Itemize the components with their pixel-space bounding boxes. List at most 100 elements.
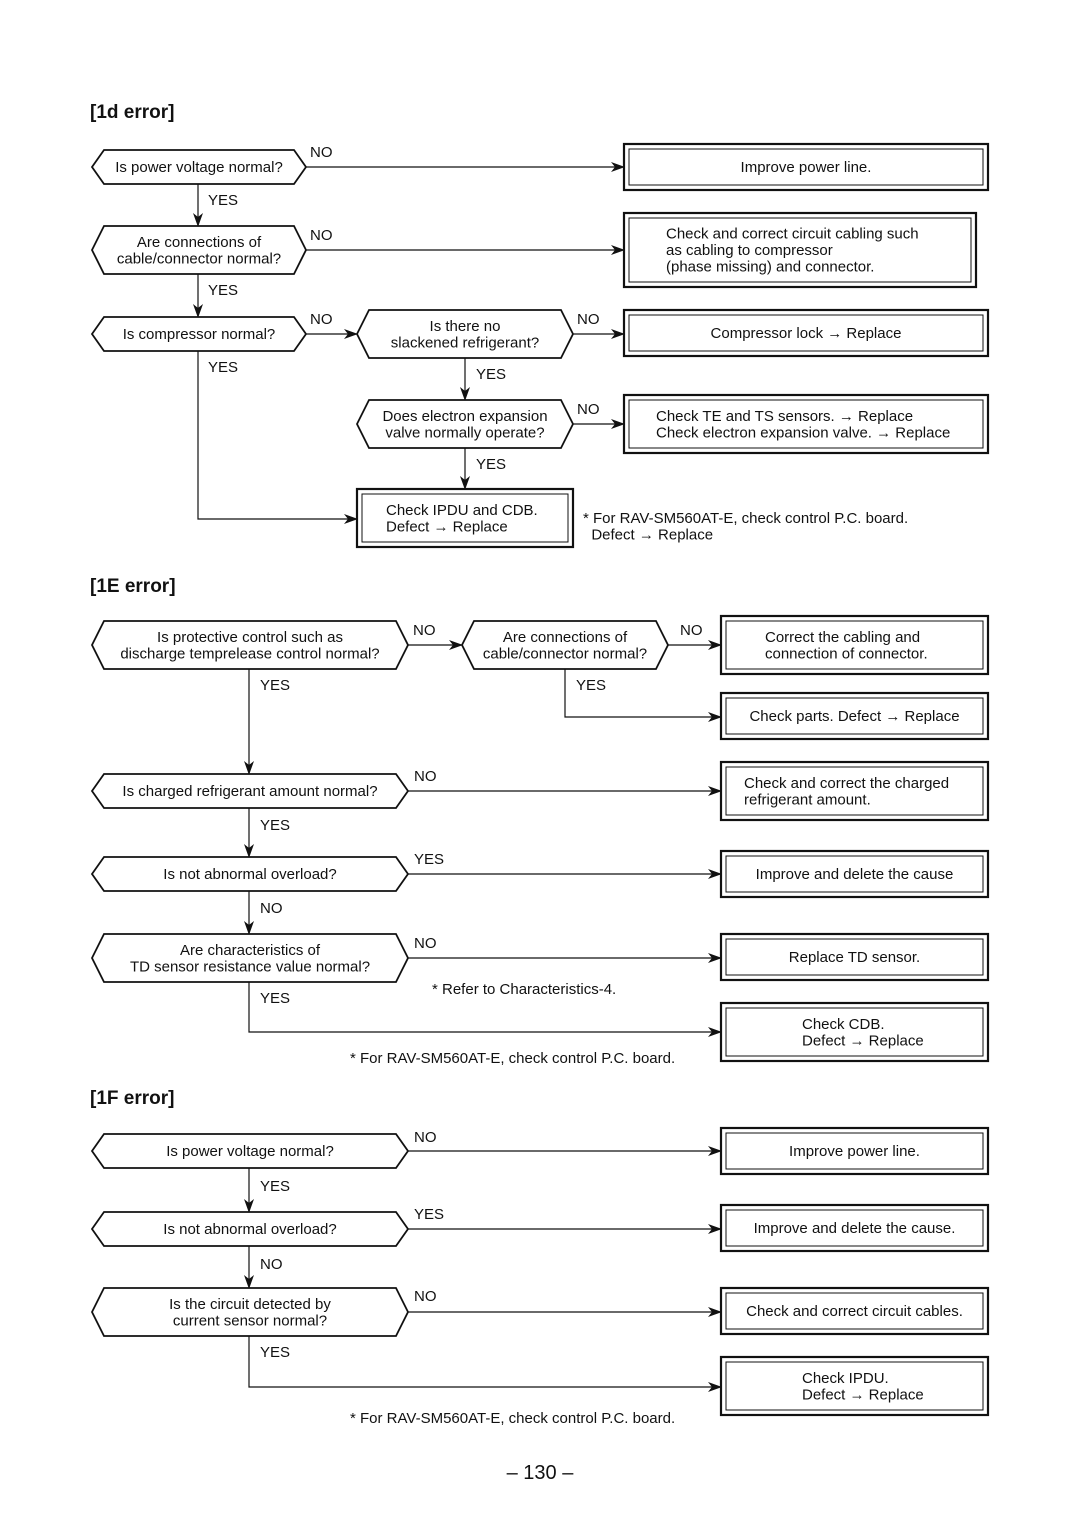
section-1e-edge-label-no: NO — [413, 622, 436, 639]
section-1d-title: [1d error] — [90, 102, 174, 123]
section-1d-decision-d1-text-line: Is power voltage normal? — [115, 159, 283, 176]
section-1f-title: [1F error] — [90, 1088, 174, 1109]
section-1e-action-a1-text: Correct the cabling andconnection of con… — [765, 629, 928, 663]
section-1e-action-a1-text-line: Correct the cabling and — [765, 629, 920, 646]
section-1f-action-a4-text-line: Check IPDU. — [802, 1370, 889, 1387]
section-1e-action-a5-text: Replace TD sensor. — [789, 949, 920, 966]
section-1e-action-a2-text: Check parts. Defect → Replace — [749, 708, 959, 725]
section-1d-action-a1-text-line: Improve power line. — [741, 159, 872, 176]
section-1d-action-a4-text-line: Check TE and TS sensors. → Replace — [656, 408, 913, 425]
section-1f-edge-label-no: NO — [414, 1129, 437, 1146]
section-1d-action-a3-text-line: Compressor lock → Replace — [711, 325, 902, 342]
section-1e-decision-d2-text-line: cable/connector normal? — [483, 645, 647, 662]
section-1e-footnote-line: * For RAV-SM560AT-E, check control P.C. … — [350, 1050, 675, 1067]
section-1d-decision-d2-text-line: Are connections of — [137, 234, 262, 251]
section-1d-decision-d4-text-line: Is there no — [430, 318, 501, 335]
section-1e-edge-label-yes: YES — [260, 677, 290, 694]
section-1d-decision-d1-text: Is power voltage normal? — [115, 159, 283, 176]
section-1f-decision-d3-text: Is the circuit detected bycurrent sensor… — [169, 1296, 331, 1330]
section-1e-footnote-n1: * Refer to Characteristics-4. — [432, 981, 616, 998]
section-1e-decision-d2-text-line: Are connections of — [503, 629, 628, 646]
section-1f-decision-d1-text: Is power voltage normal? — [166, 1143, 334, 1160]
section-1e-decision-d5-text-line: Are characteristics of — [180, 942, 321, 959]
section-1e-decision-d4-text: Is not abnormal overload? — [163, 866, 336, 883]
section-1f-edge-label-yes: YES — [260, 1178, 290, 1195]
section-1e-edge-label-yes: YES — [576, 677, 606, 694]
section-1e-edge-label-no: NO — [414, 935, 437, 952]
section-1f-decision-d2-text: Is not abnormal overload? — [163, 1221, 336, 1238]
section-1d-action-a5-text-line: Check IPDU and CDB. — [386, 502, 538, 519]
section-1e-decision-d1-text-line: discharge temprelease control normal? — [120, 645, 379, 662]
troubleshooting-flowchart: [1d error] NO YES NO YES NO YES NO YES NO YES Is po… — [90, 102, 990, 1484]
section-1e-decision-d1-text-line: Is protective control such as — [157, 629, 343, 646]
section-1e-action-a5-text-line: Replace TD sensor. — [789, 949, 920, 966]
section-1f-decision-d1-text-line: Is power voltage normal? — [166, 1143, 334, 1160]
section-1e-action-a1-text-line: connection of connector. — [765, 645, 928, 662]
section-1e-edge-label-no: NO — [260, 900, 283, 917]
section-1e-title: [1E error] — [90, 576, 176, 597]
section-1d-edge-label-no: NO — [577, 401, 600, 418]
section-1e-edge-label-yes: YES — [414, 851, 444, 868]
section-1d-footnote-line: Defect → Replace — [583, 527, 713, 544]
section-1d-edge-label-yes: YES — [476, 456, 506, 473]
section-1f-decision-d3-text-line: current sensor normal? — [173, 1312, 327, 1329]
section-1d-decision-d5-text-line: Does electron expansion — [382, 408, 547, 425]
section-1d-action-a5-text-line: Defect → Replace — [386, 518, 508, 535]
section-1f-edge-label-yes: YES — [414, 1206, 444, 1223]
section-1d-edge-label-yes: YES — [476, 366, 506, 383]
section-1d-edge-label-yes: YES — [208, 359, 238, 376]
section-1d-decision-d5-text-line: valve normally operate? — [385, 424, 544, 441]
section-1f-decision-d2-text-line: Is not abnormal overload? — [163, 1221, 336, 1238]
section-1f-action-a3-text: Check and correct circuit cables. — [746, 1303, 963, 1320]
section-1f-edge-label-no: NO — [414, 1288, 437, 1305]
section-1e-edge-label-no: NO — [414, 768, 437, 785]
section-1d-edge-label-no: NO — [577, 311, 600, 328]
section-1d-footnote-line: * For RAV-SM560AT-E, check control P.C. … — [583, 510, 908, 527]
section-1d-action-a4-text: Check TE and TS sensors. → ReplaceCheck … — [656, 408, 950, 442]
section-1f-action-a1-text-line: Improve power line. — [789, 1143, 920, 1160]
section-1e-action-a4-text: Improve and delete the cause — [756, 866, 954, 883]
section-1d-edge-label-no: NO — [310, 311, 333, 328]
section-1e-edge-label-yes: YES — [260, 817, 290, 834]
section-1e-action-a6-text-line: Check CDB. — [802, 1016, 885, 1033]
section-1d-edge-label-no: NO — [310, 144, 333, 161]
section-1f-footnote-n1: * For RAV-SM560AT-E, check control P.C. … — [350, 1410, 675, 1427]
section-1d-action-a2-text-line: Check and correct circuit cabling such — [666, 226, 919, 243]
section-1e-decision-d5-text-line: TD sensor resistance value normal? — [130, 958, 370, 975]
section-1d-decision-d4-text-line: slackened refrigerant? — [391, 334, 539, 351]
section-1e-action-a2-text-line: Check parts. Defect → Replace — [749, 708, 959, 725]
section-1d-edge-label-no: NO — [310, 227, 333, 244]
section-1e-decision-d3-text-line: Is charged refrigerant amount normal? — [122, 783, 377, 800]
section-1d-action-a4-text-line: Check electron expansion valve. → Replac… — [656, 424, 950, 441]
section-1d-decision-d3-text-line: Is compressor normal? — [123, 326, 276, 343]
section-1e-action-a4-text-line: Improve and delete the cause — [756, 866, 954, 883]
page-number: – 130 – — [507, 1462, 575, 1484]
section-1f-action-a2-text: Improve and delete the cause. — [754, 1220, 956, 1237]
section-1e-decision-d1-text: Is protective control such asdischarge t… — [120, 629, 379, 663]
section-1e-edge-label-yes: YES — [260, 990, 290, 1007]
section-1f-connector-d3-a4 — [248, 1336, 722, 1392]
section-1d-decision-d2-text-line: cable/connector normal? — [117, 250, 281, 267]
section-1d-footnote-n1: * For RAV-SM560AT-E, check control P.C. … — [583, 510, 908, 544]
section-1d-action-a1-text: Improve power line. — [741, 159, 872, 176]
section-1f-action-a4-text-line: Defect → Replace — [802, 1386, 924, 1403]
section-1d-action-a3-text: Compressor lock → Replace — [711, 325, 902, 342]
section-1f-action-a2-text-line: Improve and delete the cause. — [754, 1220, 956, 1237]
section-1e-action-a6-text-line: Defect → Replace — [802, 1032, 924, 1049]
section-1d-decision-d3-text: Is compressor normal? — [123, 326, 276, 343]
section-1f-edge-label-no: NO — [260, 1256, 283, 1273]
section-1f-action-a3-text-line: Check and correct circuit cables. — [746, 1303, 963, 1320]
section-1d-action-a2-text-line: (phase missing) and connector. — [666, 259, 874, 276]
section-1e-decision-d3-text: Is charged refrigerant amount normal? — [122, 783, 377, 800]
section-1d-edge-label-yes: YES — [208, 282, 238, 299]
section-1f-decision-d3-text-line: Is the circuit detected by — [169, 1296, 331, 1313]
section-1d-decision-d2-text: Are connections ofcable/connector normal… — [117, 234, 281, 268]
section-1e-decision-d4-text-line: Is not abnormal overload? — [163, 866, 336, 883]
section-1e-decision-d2-text: Are connections ofcable/connector normal… — [483, 629, 647, 663]
section-1d-connector-d3-a5 — [197, 351, 358, 524]
section-1e-action-a3-text-line: Check and correct the charged — [744, 775, 949, 792]
section-1f-footnote-line: * For RAV-SM560AT-E, check control P.C. … — [350, 1410, 675, 1427]
section-1e-footnote-line: * Refer to Characteristics-4. — [432, 981, 616, 998]
section-1e-edge-label-no: NO — [680, 622, 703, 639]
section-1e-action-a3-text-line: refrigerant amount. — [744, 791, 871, 808]
